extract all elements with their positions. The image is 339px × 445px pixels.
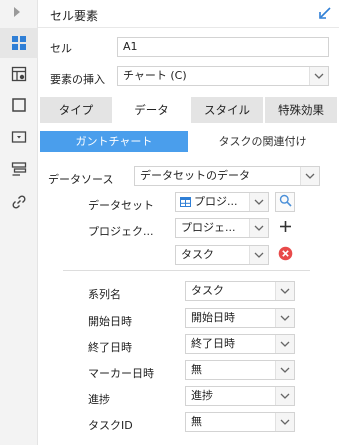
- progress-value: 進捗: [191, 389, 213, 402]
- datasource-select[interactable]: データセットのデータ: [134, 166, 320, 186]
- dropdown-icon[interactable]: [0, 122, 38, 152]
- dataset-table-icon: [180, 197, 191, 210]
- chevron-down-icon: [249, 193, 268, 211]
- cell-element-icon[interactable]: [0, 28, 38, 58]
- task-select[interactable]: タスク: [175, 245, 269, 265]
- dataset-label: データセット: [88, 199, 154, 212]
- subtab-gantt-chart[interactable]: ガントチャート: [40, 131, 188, 152]
- border-icon[interactable]: [0, 90, 38, 120]
- marker-date-select[interactable]: 無: [185, 360, 295, 380]
- left-rail: [0, 0, 38, 445]
- start-date-value: 開始日時: [191, 311, 235, 324]
- dataset-select[interactable]: プロジ...: [175, 192, 269, 212]
- task-id-label: タスクID: [88, 419, 133, 432]
- series-name-select[interactable]: タスク: [185, 281, 295, 301]
- chevron-down-icon: [275, 413, 294, 431]
- chevron-down-icon: [275, 309, 294, 327]
- series-name-label: 系列名: [88, 288, 121, 301]
- search-button[interactable]: [275, 192, 295, 212]
- chevron-down-icon: [300, 167, 319, 185]
- chevron-down-icon: [249, 219, 268, 237]
- project-value: プロジェ...: [181, 221, 236, 234]
- end-date-value: 終了日時: [191, 337, 235, 350]
- collapse-arrow-icon[interactable]: [318, 6, 332, 23]
- chevron-down-icon: [275, 361, 294, 379]
- panel-header: セル要素: [38, 0, 339, 28]
- end-date-select[interactable]: 終了日時: [185, 334, 295, 354]
- series-name-value: タスク: [191, 284, 224, 297]
- link-icon[interactable]: [0, 187, 38, 217]
- insert-element-select[interactable]: チャート (C): [117, 66, 329, 86]
- tab-bar: タイプ データ スタイル 特殊効果: [38, 97, 339, 123]
- subtab-bar: ガントチャート タスクの関連付け: [40, 131, 337, 152]
- remove-circle-icon: [278, 246, 293, 264]
- project-select[interactable]: プロジェ...: [175, 218, 269, 238]
- chevron-down-icon: [275, 282, 294, 300]
- expand-arrow-icon[interactable]: [14, 7, 20, 17]
- tab-special-effects[interactable]: 特殊効果: [265, 97, 337, 123]
- marker-date-label: マーカー日時: [88, 367, 154, 380]
- chevron-down-icon: [249, 246, 268, 264]
- stack-icon[interactable]: [0, 154, 38, 184]
- start-date-select[interactable]: 開始日時: [185, 308, 295, 328]
- marker-date-value: 無: [191, 363, 202, 376]
- add-button[interactable]: [275, 218, 295, 238]
- dataset-value: プロジ...: [194, 195, 238, 208]
- task-id-value: 無: [191, 415, 202, 428]
- insert-element-label: 要素の挿入: [50, 73, 105, 86]
- datasource-label: データソース: [48, 173, 114, 186]
- remove-button[interactable]: [275, 245, 295, 265]
- tab-type[interactable]: タイプ: [40, 97, 112, 123]
- chevron-down-icon: [309, 67, 328, 85]
- progress-select[interactable]: 進捗: [185, 386, 295, 406]
- properties-panel: セル要素 セル A1 要素の挿入 チャート (C) タイプ データ スタイル 特…: [38, 0, 339, 445]
- cell-input[interactable]: A1: [117, 37, 329, 57]
- tab-data[interactable]: データ: [114, 97, 189, 123]
- panel-title: セル要素: [50, 9, 99, 23]
- progress-label: 進捗: [88, 393, 110, 406]
- data-table-icon[interactable]: [0, 59, 38, 89]
- task-id-select[interactable]: 無: [185, 412, 295, 432]
- section-divider: [63, 270, 310, 271]
- search-icon: [279, 194, 292, 210]
- tab-style[interactable]: スタイル: [191, 97, 263, 123]
- subtab-task-association[interactable]: タスクの関連付け: [188, 131, 337, 152]
- start-date-label: 開始日時: [88, 315, 132, 328]
- task-value: タスク: [181, 248, 214, 261]
- end-date-label: 終了日時: [88, 341, 132, 354]
- chevron-down-icon: [275, 387, 294, 405]
- cell-label: セル: [50, 42, 72, 55]
- chevron-down-icon: [275, 335, 294, 353]
- plus-icon: [279, 220, 292, 236]
- datasource-value: データセットのデータ: [140, 169, 250, 182]
- project-label: プロジェク...: [88, 225, 154, 238]
- insert-element-value: チャート (C): [123, 69, 187, 82]
